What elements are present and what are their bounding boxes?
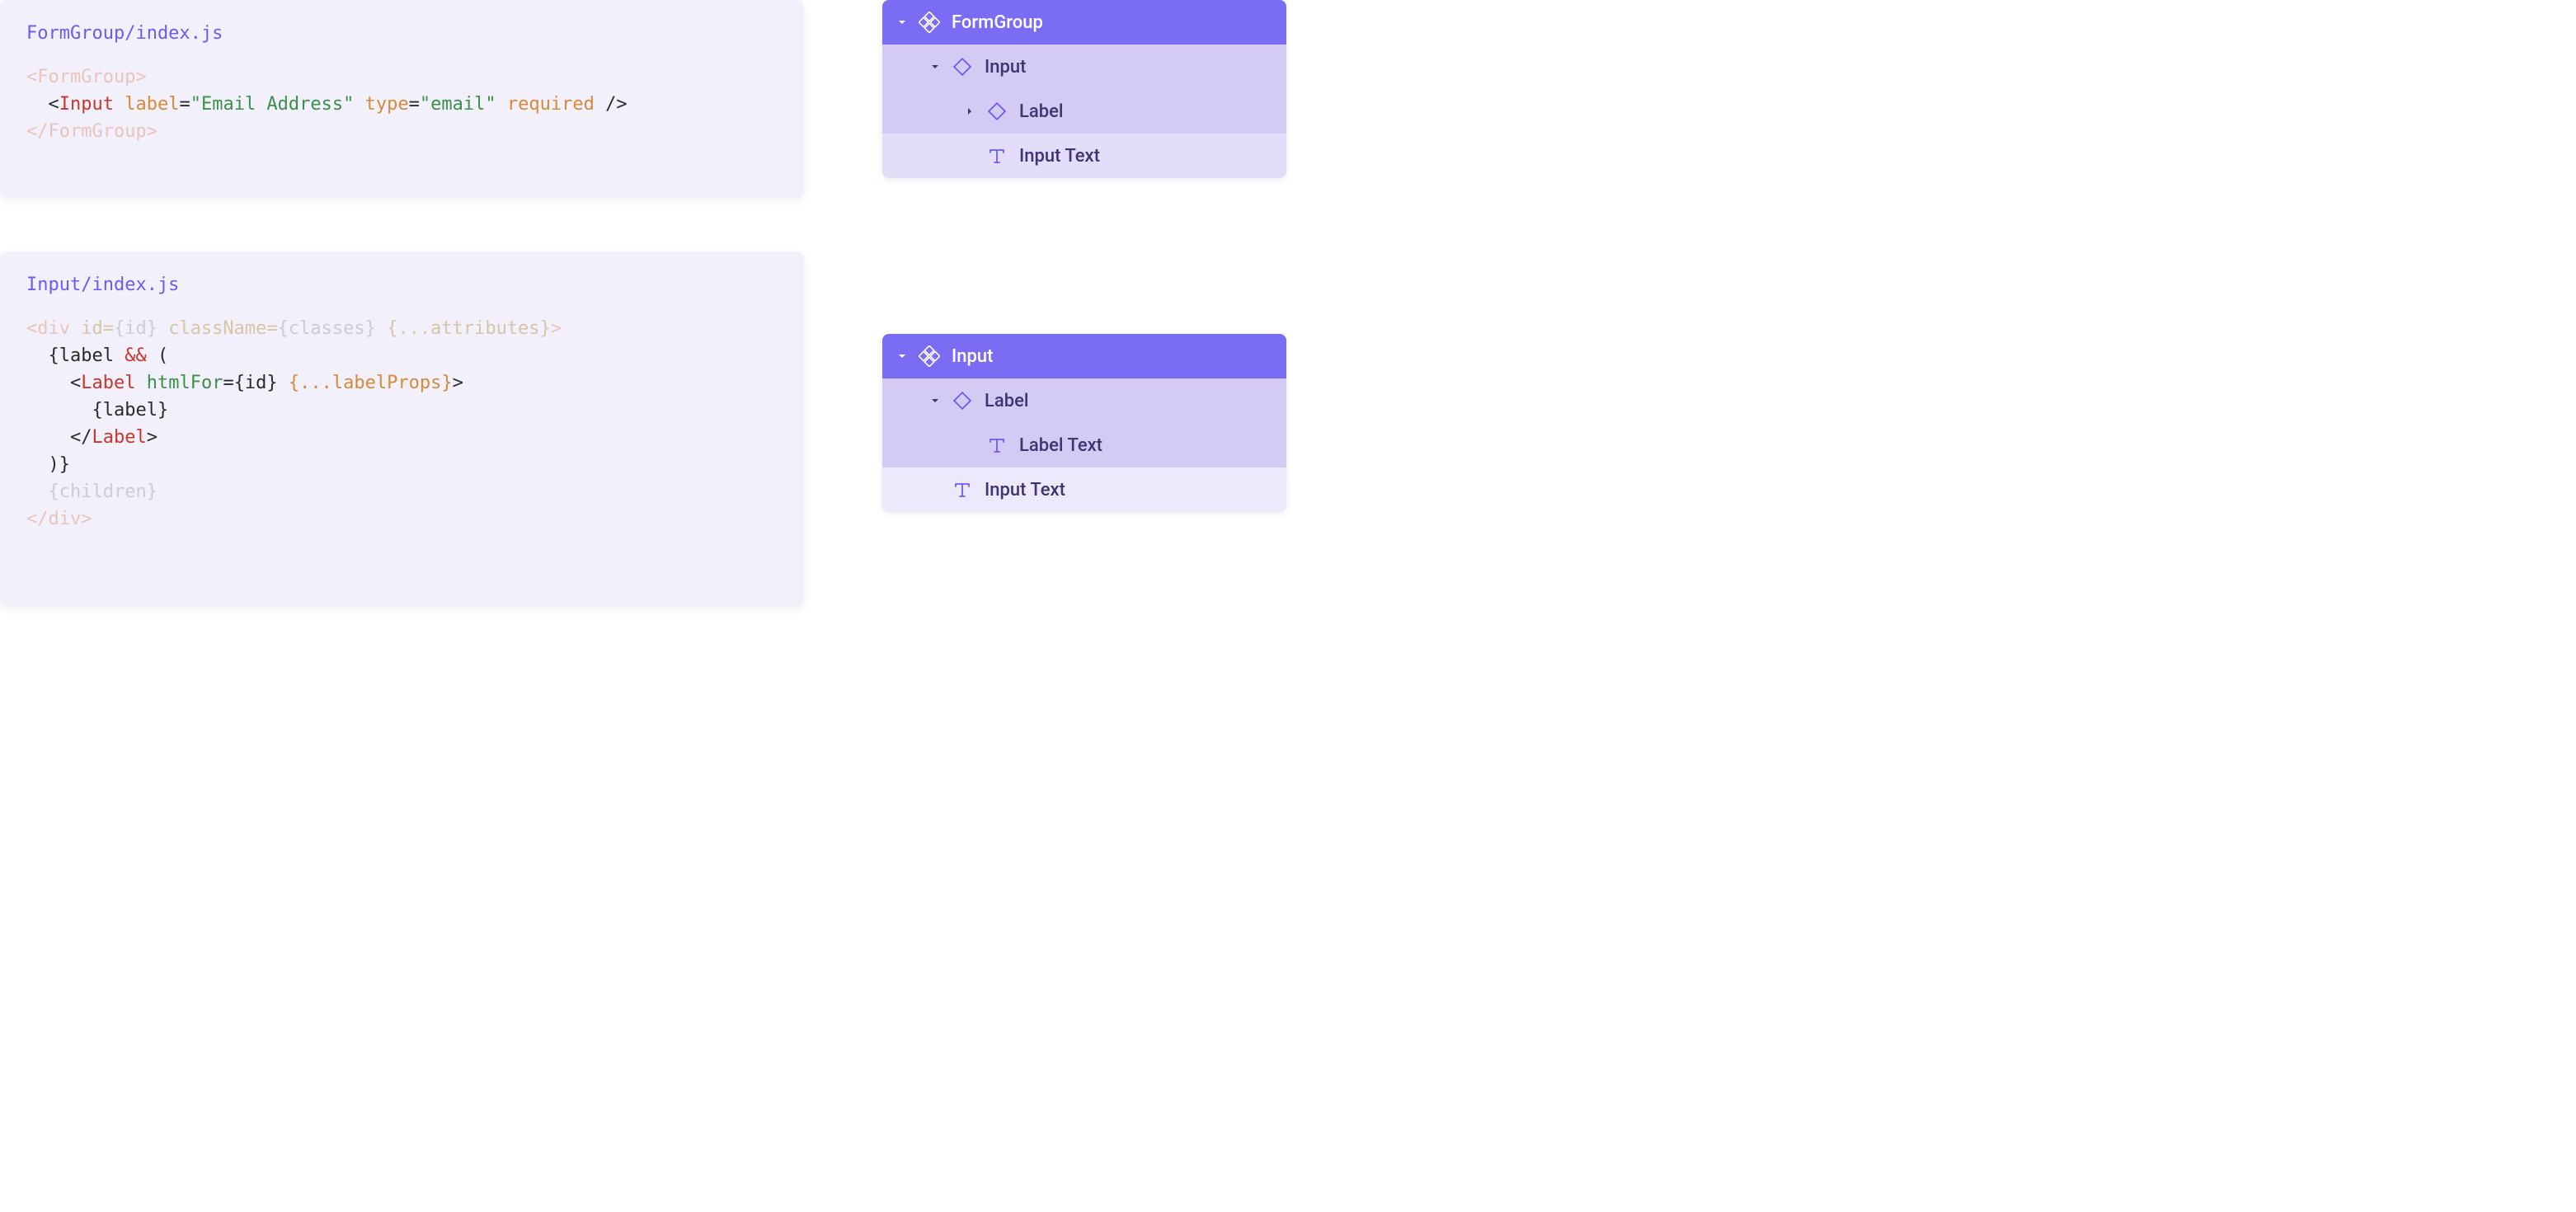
- code-token: />: [595, 94, 628, 115]
- tree-row-label: Input: [985, 57, 1026, 78]
- tree-header[interactable]: Input: [882, 334, 1286, 378]
- text-icon: [986, 145, 1008, 167]
- tree-row-label: Label Text: [1019, 435, 1102, 456]
- code-block: <div id={id} className={classes} {...att…: [26, 315, 778, 533]
- code-token: {classes}: [278, 318, 376, 339]
- code-token: </: [26, 427, 92, 448]
- code-token: =: [409, 94, 420, 115]
- tree-row-input-text[interactable]: Input Text: [882, 134, 1286, 178]
- text-icon: [986, 435, 1008, 456]
- tree-row-label-node[interactable]: Label: [882, 378, 1286, 423]
- code-token: Label: [81, 373, 135, 393]
- text-icon: [952, 479, 973, 500]
- code-token: >: [147, 427, 157, 448]
- code-token: &&: [125, 345, 147, 366]
- instance-icon: [986, 101, 1008, 122]
- code-token: id=: [70, 318, 114, 339]
- tree-row-input-text[interactable]: Input Text: [882, 467, 1286, 512]
- code-token: {label}: [26, 400, 168, 420]
- code-token: div: [49, 509, 82, 529]
- chevron-down-icon: [930, 396, 940, 406]
- code-token: <: [26, 94, 59, 115]
- component-icon: [919, 345, 940, 367]
- code-token: >: [551, 318, 562, 339]
- code-block: <FormGroup> <Input label="Email Address"…: [26, 63, 778, 145]
- code-token: "Email Address": [190, 94, 355, 115]
- tree-header-label: FormGroup: [952, 12, 1043, 33]
- instance-icon: [952, 390, 973, 411]
- tree-row-label: Label: [985, 391, 1029, 411]
- code-token: =: [179, 94, 190, 115]
- tree-row-label-node[interactable]: Label: [882, 89, 1286, 134]
- code-token: type: [365, 94, 409, 115]
- tree-row-label-text[interactable]: Label Text: [882, 423, 1286, 467]
- chevron-right-icon: [965, 106, 975, 116]
- code-token: {...attributes}: [376, 318, 551, 339]
- code-token: {id}: [234, 373, 278, 393]
- chevron-down-icon: [897, 351, 907, 361]
- code-panel-formgroup: FormGroup/index.js <FormGroup> <Input la…: [0, 0, 804, 198]
- tree-row-label: Input Text: [1019, 146, 1100, 167]
- tree-row-label: Input Text: [985, 480, 1065, 500]
- code-token: <: [26, 373, 81, 393]
- code-token: {label: [26, 345, 125, 366]
- chevron-down-icon: [930, 62, 940, 72]
- chevron-down-icon: [897, 17, 907, 27]
- code-token: [114, 94, 125, 115]
- code-token: Input: [59, 94, 114, 115]
- file-title: Input/index.js: [26, 275, 778, 295]
- code-token: </: [26, 509, 49, 529]
- code-token: className=: [157, 318, 278, 339]
- code-token: {id}: [114, 318, 157, 339]
- file-title: FormGroup/index.js: [26, 23, 778, 44]
- layer-tree-formgroup: FormGroup Input Label Input Text: [882, 0, 1286, 178]
- code-token: {...labelProps}: [278, 373, 453, 393]
- code-token: [496, 94, 507, 115]
- code-token: Label: [92, 427, 146, 448]
- code-token: >: [453, 373, 463, 393]
- code-token: "email": [420, 94, 496, 115]
- code-token: >: [81, 509, 92, 529]
- layer-tree-input: Input Label Label Text Input Text: [882, 334, 1286, 512]
- code-token: [135, 373, 146, 393]
- code-token: </FormGroup>: [26, 121, 157, 142]
- instance-icon: [952, 56, 973, 78]
- tree-row-label: Label: [1019, 101, 1064, 122]
- code-token: {children}: [26, 482, 157, 502]
- tree-header-label: Input: [952, 346, 993, 367]
- code-token: label: [125, 94, 179, 115]
- component-icon: [919, 12, 940, 33]
- tree-row-input[interactable]: Input: [882, 45, 1286, 89]
- code-panel-input: Input/index.js <div id={id} className={c…: [0, 251, 804, 606]
- code-token: )}: [26, 454, 70, 475]
- code-token: (: [147, 345, 169, 366]
- code-token: =: [223, 373, 233, 393]
- code-token: <div: [26, 318, 70, 339]
- code-token: required: [507, 94, 595, 115]
- code-token: [354, 94, 364, 115]
- code-token: htmlFor: [147, 373, 223, 393]
- tree-header[interactable]: FormGroup: [882, 0, 1286, 45]
- code-token: <FormGroup>: [26, 67, 147, 87]
